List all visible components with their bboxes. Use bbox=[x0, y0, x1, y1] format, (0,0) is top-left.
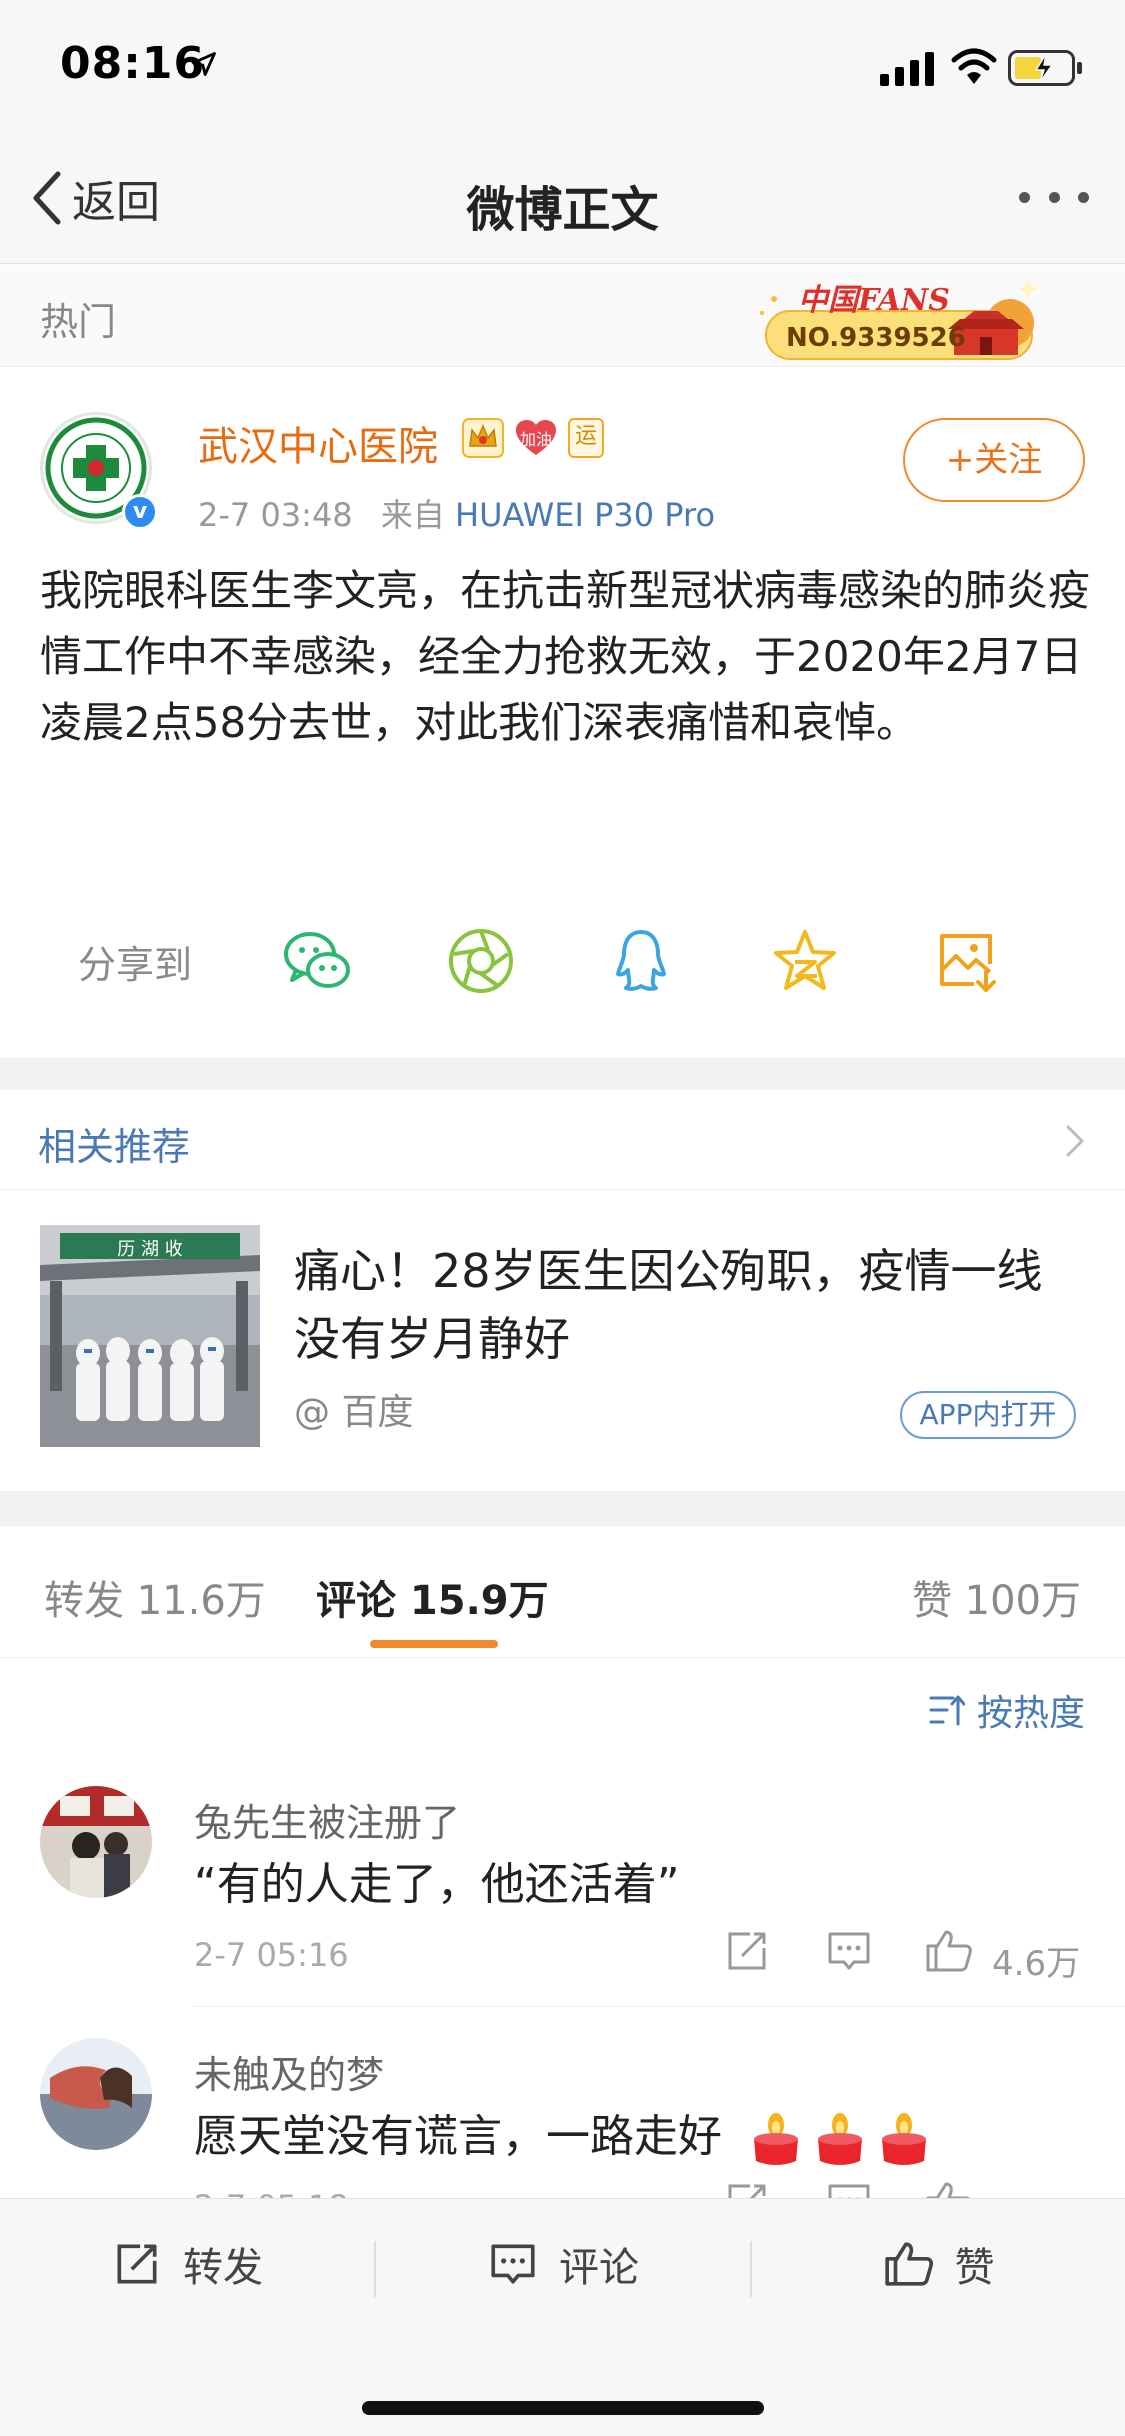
interaction-tabs: 转发 11.6万 评论 15.9万 赞 100万 bbox=[0, 1526, 1125, 1658]
sort-icon bbox=[929, 1695, 965, 1726]
chevron-right-icon bbox=[1066, 1125, 1084, 1157]
repost-icon bbox=[117, 2244, 157, 2284]
qq-icon[interactable] bbox=[606, 926, 676, 996]
like-thumb-icon[interactable] bbox=[924, 1926, 974, 1976]
comment-divider bbox=[194, 2006, 1125, 2007]
jiayou-heart-badge[interactable]: 加油 bbox=[514, 418, 558, 458]
post-time: 2-7 03:48 bbox=[198, 496, 353, 534]
yun-badge[interactable]: 运 bbox=[568, 418, 604, 458]
commenter-name[interactable]: 兔先生被注册了 bbox=[194, 1792, 460, 1847]
comment-label: 评论 bbox=[559, 2245, 639, 2291]
back-label: 返回 bbox=[72, 177, 160, 228]
status-time: 08:16 bbox=[60, 38, 206, 89]
verified-badge-icon: v bbox=[122, 494, 158, 530]
save-image-icon[interactable] bbox=[934, 926, 1004, 996]
comment-button[interactable]: 评论 bbox=[376, 2199, 750, 2329]
chevron-left-icon bbox=[33, 171, 61, 225]
crown-icon[interactable] bbox=[462, 418, 504, 458]
related-title: 相关推荐 bbox=[38, 1125, 191, 1169]
post-text: 我院眼科医生李文亮，在抗击新型冠状病毒感染的肺炎疫情工作中不幸感染，经全力抢救无… bbox=[40, 566, 1091, 747]
signal-icon bbox=[880, 52, 934, 86]
author-name[interactable]: 武汉中心医院 bbox=[198, 414, 438, 472]
fans-badge-number: NO.9339526 bbox=[786, 323, 966, 353]
candle-emojis bbox=[750, 2111, 930, 2167]
related-headline: 痛心！28岁医生因公殉职，疫情一线没有岁月静好 bbox=[294, 1244, 1043, 1366]
follow-button[interactable]: +关注 bbox=[903, 418, 1085, 502]
section-divider bbox=[0, 1491, 1125, 1526]
commenter-avatar-photo bbox=[40, 2038, 152, 2150]
thumbs-up-icon bbox=[884, 2242, 933, 2286]
fans-badge-title: 中国FANS bbox=[798, 283, 950, 318]
nav-bar: 返回 微博正文 bbox=[0, 132, 1125, 264]
comment-text: 愿天堂没有谎言，一路走好 bbox=[194, 2111, 722, 2162]
candle-icon bbox=[818, 2113, 862, 2165]
comment-time: 2-7 05:16 bbox=[194, 1936, 349, 1974]
related-recommendations-header[interactable]: 相关推荐 bbox=[0, 1090, 1125, 1190]
page-title: 微博正文 bbox=[466, 182, 659, 238]
candle-icon bbox=[754, 2113, 798, 2165]
comment-text-row: 愿天堂没有谎言，一路走好 bbox=[194, 2100, 930, 2167]
bottom-action-bar: 转发 评论 赞 bbox=[0, 2198, 1125, 2436]
post-meta: 2-7 03:48 来自 HUAWEI P30 Pro bbox=[198, 490, 715, 536]
section-divider bbox=[0, 1058, 1125, 1090]
related-source: @ 百度 bbox=[294, 1392, 414, 1433]
tab-comments[interactable]: 评论 15.9万 bbox=[316, 1568, 549, 1626]
repost-button[interactable]: 转发 bbox=[0, 2199, 374, 2329]
comment-text: “有的人走了，他还活着” bbox=[194, 1859, 680, 1910]
home-indicator[interactable] bbox=[362, 2401, 764, 2415]
tab-repost[interactable]: 转发 11.6万 bbox=[44, 1568, 266, 1626]
more-dot-icon bbox=[1078, 191, 1089, 203]
more-dot-icon bbox=[1019, 191, 1030, 203]
share-row: 分享到 bbox=[0, 908, 1125, 1008]
wifi-icon bbox=[951, 48, 997, 84]
hot-label: 热门 bbox=[40, 300, 117, 344]
commenter-avatar[interactable] bbox=[40, 1786, 152, 1898]
more-options-button[interactable] bbox=[1019, 182, 1089, 212]
repost-label: 转发 bbox=[183, 2245, 263, 2291]
weibo-post: v 武汉中心医院 加油 运 2-7 03:48 来自 HUAWEI P30 Pr… bbox=[0, 368, 1125, 1058]
post-source[interactable]: HUAWEI P30 Pro bbox=[455, 496, 715, 534]
battery-charging-icon bbox=[1008, 50, 1082, 86]
more-dot-icon bbox=[1048, 191, 1060, 203]
open-in-app-button[interactable]: APP内打开 bbox=[900, 1391, 1076, 1439]
sort-by-heat-button[interactable]: 按热度 bbox=[929, 1684, 1085, 1736]
commenter-avatar[interactable] bbox=[40, 2038, 152, 2150]
commenter-name[interactable]: 未触及的梦 bbox=[194, 2044, 384, 2099]
author-avatar[interactable]: v bbox=[40, 412, 160, 532]
qzone-star-icon[interactable] bbox=[770, 926, 840, 996]
active-tab-indicator bbox=[370, 1640, 498, 1648]
wechat-icon[interactable] bbox=[282, 926, 352, 996]
sort-label: 按热度 bbox=[976, 1693, 1085, 1734]
jiayou-label: 加油 bbox=[519, 430, 552, 449]
toll-station-sign: 历 湖 收 bbox=[117, 1239, 183, 1260]
tab-likes[interactable]: 赞 100万 bbox=[912, 1568, 1081, 1626]
share-label: 分享到 bbox=[78, 943, 193, 987]
hot-bar: 热门 中国FANS NO.9339526 bbox=[0, 265, 1125, 367]
comment-item: 兔先生被注册了 “有的人走了，他还活着” 2-7 05:16 4.6万 bbox=[0, 1786, 1125, 2006]
repost-comment-icon[interactable] bbox=[722, 1926, 772, 1976]
post-source-prefix: 来自 bbox=[380, 496, 445, 534]
comment-like-count: 4.6万 bbox=[992, 1944, 1081, 1984]
related-article-card[interactable]: 历 湖 收 痛心！28岁医生因公殉职，疫情一线没有岁月静好 @ 百度 APP内打… bbox=[0, 1191, 1125, 1491]
back-button[interactable]: 返回 bbox=[30, 168, 160, 228]
like-button[interactable]: 赞 bbox=[752, 2199, 1125, 2329]
related-article-thumbnail: 历 湖 收 bbox=[40, 1225, 260, 1447]
location-arrow-icon bbox=[192, 52, 216, 76]
reply-comment-icon[interactable] bbox=[824, 1926, 874, 1976]
china-fans-badge[interactable]: 中国FANS NO.9339526 bbox=[758, 271, 1048, 363]
moments-icon[interactable] bbox=[446, 926, 516, 996]
commenter-avatar-photo bbox=[40, 1786, 152, 1898]
status-bar: 08:16 bbox=[0, 0, 1125, 132]
like-label: 赞 bbox=[954, 2245, 995, 2291]
author-badges: 加油 运 bbox=[462, 418, 604, 458]
candle-icon bbox=[882, 2113, 926, 2165]
comment-icon bbox=[491, 2244, 535, 2284]
